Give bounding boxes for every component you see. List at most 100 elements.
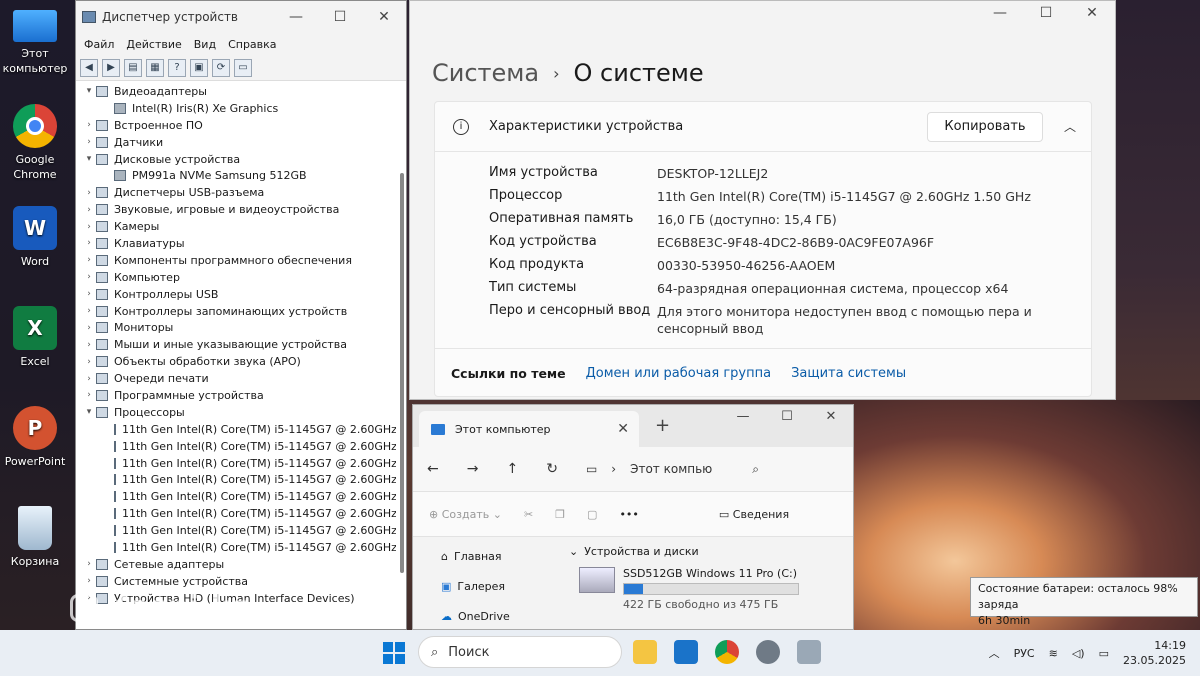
update-driver-icon[interactable]: ▣ <box>190 58 208 77</box>
chevron-right-icon[interactable]: › <box>82 390 96 400</box>
file-explorer-icon[interactable] <box>633 640 657 664</box>
chrome-icon[interactable] <box>715 640 739 664</box>
menu-help[interactable]: Справка <box>228 38 276 51</box>
volume-icon[interactable]: ◁) <box>1072 647 1085 660</box>
maximize-button[interactable]: ☐ <box>765 409 809 424</box>
device-category[interactable]: › Компоненты программного обеспечения <box>82 252 396 269</box>
device-item[interactable]: 11th Gen Intel(R) Core(TM) i5-1145G7 @ 2… <box>82 522 396 539</box>
chevron-right-icon[interactable]: › <box>82 576 96 586</box>
drive-item[interactable]: SSD512GB Windows 11 Pro (C:) 422 ГБ своб… <box>579 567 799 611</box>
desktop-icon-excel[interactable]: X Excel <box>2 306 68 369</box>
chevron-right-icon[interactable]: › <box>82 255 96 265</box>
desktop-icon-powerpoint[interactable]: P PowerPoint <box>2 406 68 469</box>
chevron-right-icon[interactable]: › <box>82 340 96 350</box>
help-icon[interactable]: ? <box>168 58 186 77</box>
chevron-right-icon[interactable]: › <box>82 205 96 215</box>
desktop-icon-chrome[interactable]: Google Chrome <box>2 104 68 182</box>
language-indicator[interactable]: РУС <box>1014 647 1035 660</box>
view-icon[interactable]: ▤ <box>124 58 142 77</box>
chevron-right-icon[interactable]: › <box>82 357 96 367</box>
chevron-right-icon[interactable]: › <box>82 306 96 316</box>
device-category[interactable]: › Мыши и иные указывающие устройства <box>82 336 396 353</box>
device-category[interactable]: › Звуковые, игровые и видеоустройства <box>82 201 396 218</box>
device-category[interactable]: › Встроенное ПО <box>82 117 396 134</box>
settings-gear-icon[interactable] <box>756 640 780 664</box>
maximize-button[interactable]: ☐ <box>318 9 362 25</box>
device-category[interactable]: › Диспетчеры USB-разъема <box>82 184 396 201</box>
breadcrumb-system[interactable]: Система <box>432 59 539 87</box>
desktop-icon-recycle-bin[interactable]: Корзина <box>2 506 68 569</box>
device-item[interactable]: 11th Gen Intel(R) Core(TM) i5-1145G7 @ 2… <box>82 505 396 522</box>
wifi-icon[interactable]: ≋ <box>1049 647 1058 660</box>
device-category[interactable]: ▾ Процессоры <box>82 404 396 421</box>
refresh-icon[interactable]: ↻ <box>546 461 558 477</box>
forward-icon[interactable]: → <box>467 461 479 477</box>
device-category[interactable]: › Мониторы <box>82 319 396 336</box>
chevron-right-icon[interactable]: › <box>82 374 96 384</box>
properties-icon[interactable]: ▦ <box>146 58 164 77</box>
chevron-right-icon[interactable]: › <box>82 559 96 569</box>
nav-item-onedrive[interactable]: ☁ OneDrive <box>441 601 510 631</box>
device-item[interactable]: 11th Gen Intel(R) Core(TM) i5-1145G7 @ 2… <box>82 539 396 556</box>
chevron-down-icon[interactable]: ▾ <box>82 154 96 164</box>
store-icon[interactable] <box>674 640 698 664</box>
more-icon[interactable]: ••• <box>619 508 638 521</box>
menu-file[interactable]: Файл <box>84 38 114 51</box>
device-item[interactable]: PM991a NVMe Samsung 512GB <box>82 167 396 184</box>
search-icon[interactable]: ⌕ <box>752 462 759 477</box>
scrollbar[interactable] <box>400 173 404 573</box>
device-category[interactable]: › Клавиатуры <box>82 235 396 252</box>
create-button[interactable]: ⊕ Создать ⌄ <box>429 508 502 521</box>
device-category[interactable]: › Программные устройства <box>82 387 396 404</box>
device-category[interactable]: ▾ Видеоадаптеры <box>82 83 396 100</box>
device-category[interactable]: › Контроллеры USB <box>82 286 396 303</box>
desktop-icon-this-pc[interactable]: Этот компьютер <box>2 6 68 76</box>
paste-icon[interactable]: ▢ <box>587 508 597 521</box>
minimize-button[interactable]: — <box>274 9 318 25</box>
chevron-down-icon[interactable]: ⌄ <box>569 545 578 558</box>
copy-button[interactable]: Копировать <box>927 111 1043 142</box>
chevron-right-icon[interactable]: › <box>82 120 96 130</box>
clock[interactable]: 14:19 23.05.2025 <box>1123 638 1186 668</box>
device-manager-icon[interactable] <box>797 640 821 664</box>
close-tab-icon[interactable]: ✕ <box>617 421 629 437</box>
forward-icon[interactable]: ▶ <box>102 58 120 77</box>
chevron-right-icon[interactable]: › <box>82 289 96 299</box>
menu-action[interactable]: Действие <box>126 38 181 51</box>
chevron-right-icon[interactable]: › <box>82 272 96 282</box>
up-icon[interactable]: ↑ <box>506 461 518 477</box>
device-category[interactable]: › Системные устройства <box>82 573 396 590</box>
device-category[interactable]: › Компьютер <box>82 269 396 286</box>
chevron-right-icon[interactable]: › <box>82 188 96 198</box>
chevron-up-icon[interactable]: ︿ <box>989 645 1000 661</box>
tab-this-pc[interactable]: Этот компьютер ✕ <box>419 411 639 447</box>
chevron-right-icon[interactable]: › <box>82 323 96 333</box>
cut-icon[interactable]: ✂ <box>524 508 533 521</box>
device-category[interactable]: › Очереди печати <box>82 370 396 387</box>
copy-icon[interactable]: ❐ <box>555 508 565 521</box>
nav-item-gallery[interactable]: ▣ Галерея <box>441 571 510 601</box>
chevron-up-icon[interactable]: ︿ <box>1055 118 1085 135</box>
chevron-right-icon[interactable]: › <box>82 238 96 248</box>
back-icon[interactable]: ◀ <box>80 58 98 77</box>
maximize-button[interactable]: ☐ <box>1023 5 1069 21</box>
device-category[interactable]: › Объекты обработки звука (APO) <box>82 353 396 370</box>
details-button[interactable]: ▭ Сведения <box>719 508 789 521</box>
close-button[interactable]: ✕ <box>1069 5 1115 21</box>
back-icon[interactable]: ← <box>427 461 439 477</box>
close-button[interactable]: ✕ <box>362 9 406 25</box>
minimize-button[interactable]: — <box>721 409 765 424</box>
link-domain-workgroup[interactable]: Домен или рабочая группа <box>586 366 771 381</box>
device-item[interactable]: 11th Gen Intel(R) Core(TM) i5-1145G7 @ 2… <box>82 438 396 455</box>
nav-item-home[interactable]: ⌂ Главная <box>441 541 510 571</box>
start-button[interactable] <box>383 642 405 664</box>
menu-view[interactable]: Вид <box>194 38 216 51</box>
chevron-right-icon[interactable]: › <box>82 137 96 147</box>
address-bar[interactable]: ▭ › Этот компью ⌕ <box>586 462 759 477</box>
chevron-down-icon[interactable]: ▾ <box>82 86 96 96</box>
device-category[interactable]: › Контроллеры запоминающих устройств <box>82 303 396 320</box>
device-category[interactable]: › Камеры <box>82 218 396 235</box>
device-item[interactable]: 11th Gen Intel(R) Core(TM) i5-1145G7 @ 2… <box>82 488 396 505</box>
close-button[interactable]: ✕ <box>809 409 853 424</box>
desktop-icon-word[interactable]: W Word <box>2 206 68 269</box>
